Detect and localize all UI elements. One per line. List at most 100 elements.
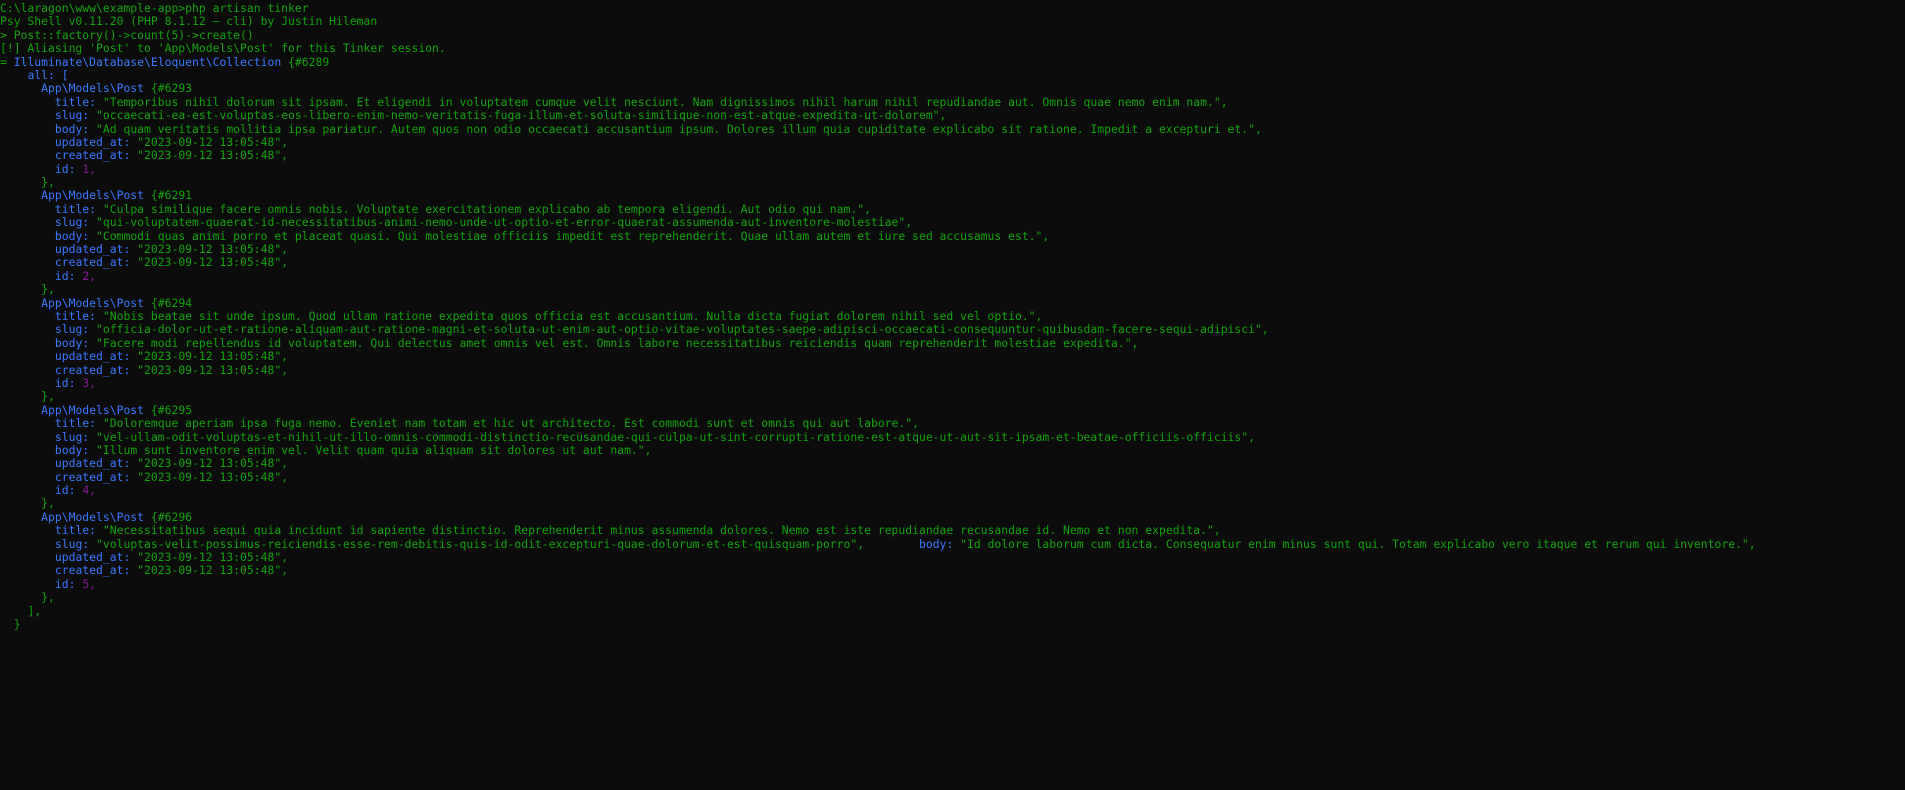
post-id-line: id: 2, bbox=[0, 268, 1905, 283]
post-id-value: 1, bbox=[82, 161, 97, 176]
post-updated-at-value: "2023-09-12 13:05:48", bbox=[137, 456, 289, 471]
post-title-value: "Nobis beatae sit unde ipsum. Quod ullam… bbox=[102, 308, 1043, 323]
psy-input-line: > Post::factory()->count(5)->create() bbox=[0, 27, 1905, 42]
post-slug-line: slug: "qui-voluptatem-quaerat-id-necessi… bbox=[0, 216, 1905, 229]
post-header-line: App\Models\Post {#6293 bbox=[0, 82, 1905, 95]
post-created-at-value: "2023-09-12 13:05:48", bbox=[137, 469, 289, 484]
post-model-class: App\Models\Post bbox=[41, 402, 145, 417]
post-title-value: "Culpa similique facere omnis nobis. Vol… bbox=[102, 201, 871, 216]
post-updated-at-value: "2023-09-12 13:05:48", bbox=[137, 242, 289, 257]
post-header-line: App\Models\Post {#6291 bbox=[0, 189, 1905, 202]
post-header-line: App\Models\Post {#6296 bbox=[0, 509, 1905, 524]
post-close-line: }, bbox=[0, 283, 1905, 296]
post-title-key: title: bbox=[54, 308, 103, 323]
post-model-class: App\Models\Post bbox=[41, 81, 145, 96]
post-body-key: body: bbox=[54, 121, 97, 136]
post-close-brace: }, bbox=[41, 282, 55, 297]
post-id-key: id: bbox=[54, 375, 83, 390]
post-updated-at-key: updated_at: bbox=[54, 134, 138, 149]
collection-close-bracket: ], bbox=[27, 603, 42, 618]
post-updated-at-key: updated_at: bbox=[54, 349, 138, 364]
collection-class-name: Illuminate\Database\Eloquent\Collection bbox=[13, 54, 282, 69]
post-slug-value: "voluptas-velit-possimus-reiciendis-esse… bbox=[96, 536, 865, 551]
collection-object-hash: {#6289 bbox=[281, 54, 330, 69]
post-id-value: 3, bbox=[82, 375, 97, 390]
post-title-line: title: "Doloremque aperiam ipsa fuga nem… bbox=[0, 416, 1905, 431]
post-model-class: App\Models\Post bbox=[41, 295, 145, 310]
post-title-value: "Temporibus nihil dolorum sit ipsam. Et … bbox=[102, 94, 1228, 109]
post-slug-value: "officia-dolor-ut-et-ratione-aliquam-aut… bbox=[96, 322, 1269, 337]
post-header-line: App\Models\Post {#6295 bbox=[0, 402, 1905, 417]
post-updated-at-key: updated_at: bbox=[54, 456, 138, 471]
post-body-value: "Id dolore laborum cum dicta. Consequatu… bbox=[960, 536, 1756, 551]
post-close-line: }, bbox=[0, 175, 1905, 190]
collection-close-bracket-line: ], bbox=[0, 603, 1905, 618]
post-created-at-value: "2023-09-12 13:05:48", bbox=[137, 148, 289, 163]
aliasing-warning: [!] Aliasing 'Post' to 'App\Models\Post'… bbox=[0, 41, 446, 56]
post-close-line: }, bbox=[0, 497, 1905, 510]
psy-command: > Post::factory()->count(5)->create() bbox=[0, 27, 254, 42]
result-class-line: = Illuminate\Database\Eloquent\Collectio… bbox=[0, 54, 1905, 69]
all-key: all: [ bbox=[27, 67, 69, 82]
post-title-line: title: "Necessitatibus sequi quia incidu… bbox=[0, 524, 1905, 537]
post-created-at-key: created_at: bbox=[54, 255, 138, 270]
post-id-line: id: 3, bbox=[0, 375, 1905, 390]
collection-close-brace-line: } bbox=[0, 616, 1905, 631]
post-id-value: 2, bbox=[82, 268, 97, 283]
post-id-key: id: bbox=[54, 161, 83, 176]
post-id-line: id: 5, bbox=[0, 577, 1905, 591]
post-slug-key: slug: bbox=[54, 536, 97, 551]
post-updated-at-line: updated_at: "2023-09-12 13:05:48", bbox=[0, 349, 1905, 364]
post-title-line: title: "Culpa similique facere omnis nob… bbox=[0, 201, 1905, 216]
post-body-line: body: "Ad quam veritatis mollitia ipsa p… bbox=[0, 121, 1905, 136]
collection-close-brace: } bbox=[13, 616, 21, 631]
post-title-key: title: bbox=[54, 94, 103, 109]
post-updated-at-line: updated_at: "2023-09-12 13:05:48", bbox=[0, 242, 1905, 257]
post-id-line: id: 4, bbox=[0, 483, 1905, 497]
post-slug-key: slug: bbox=[54, 429, 97, 444]
post-created-at-line: created_at: "2023-09-12 13:05:48", bbox=[0, 469, 1905, 484]
post-updated-at-line: updated_at: "2023-09-12 13:05:48", bbox=[0, 457, 1905, 470]
post-updated-at-value: "2023-09-12 13:05:48", bbox=[137, 134, 289, 149]
post-model-class: App\Models\Post bbox=[41, 509, 145, 524]
post-created-at-line: created_at: "2023-09-12 13:05:48", bbox=[0, 564, 1905, 577]
terminal-output-pane[interactable]: C:\laragon\www\example-app>php artisan t… bbox=[0, 0, 1905, 790]
post-header-line: App\Models\Post {#6294 bbox=[0, 295, 1905, 310]
all-key-line: all: [ bbox=[0, 67, 1905, 82]
post-title-line: title: "Temporibus nihil dolorum sit ips… bbox=[0, 94, 1905, 109]
post-created-at-value: "2023-09-12 13:05:48", bbox=[137, 255, 289, 270]
post-title-key: title: bbox=[54, 201, 103, 216]
post-close-brace: }, bbox=[41, 175, 55, 190]
aliasing-warning-line: [!] Aliasing 'Post' to 'App\Models\Post'… bbox=[0, 41, 1905, 56]
post-object-hash: {#6294 bbox=[144, 295, 193, 310]
post-body-value: "Illum sunt inventore enim vel. Velit qu… bbox=[96, 442, 652, 457]
shell-command: C:\laragon\www\example-app>php artisan t… bbox=[0, 1, 309, 15]
post-created-at-value: "2023-09-12 13:05:48", bbox=[137, 362, 289, 377]
post-title-value: "Doloremque aperiam ipsa fuga nemo. Even… bbox=[102, 416, 919, 431]
